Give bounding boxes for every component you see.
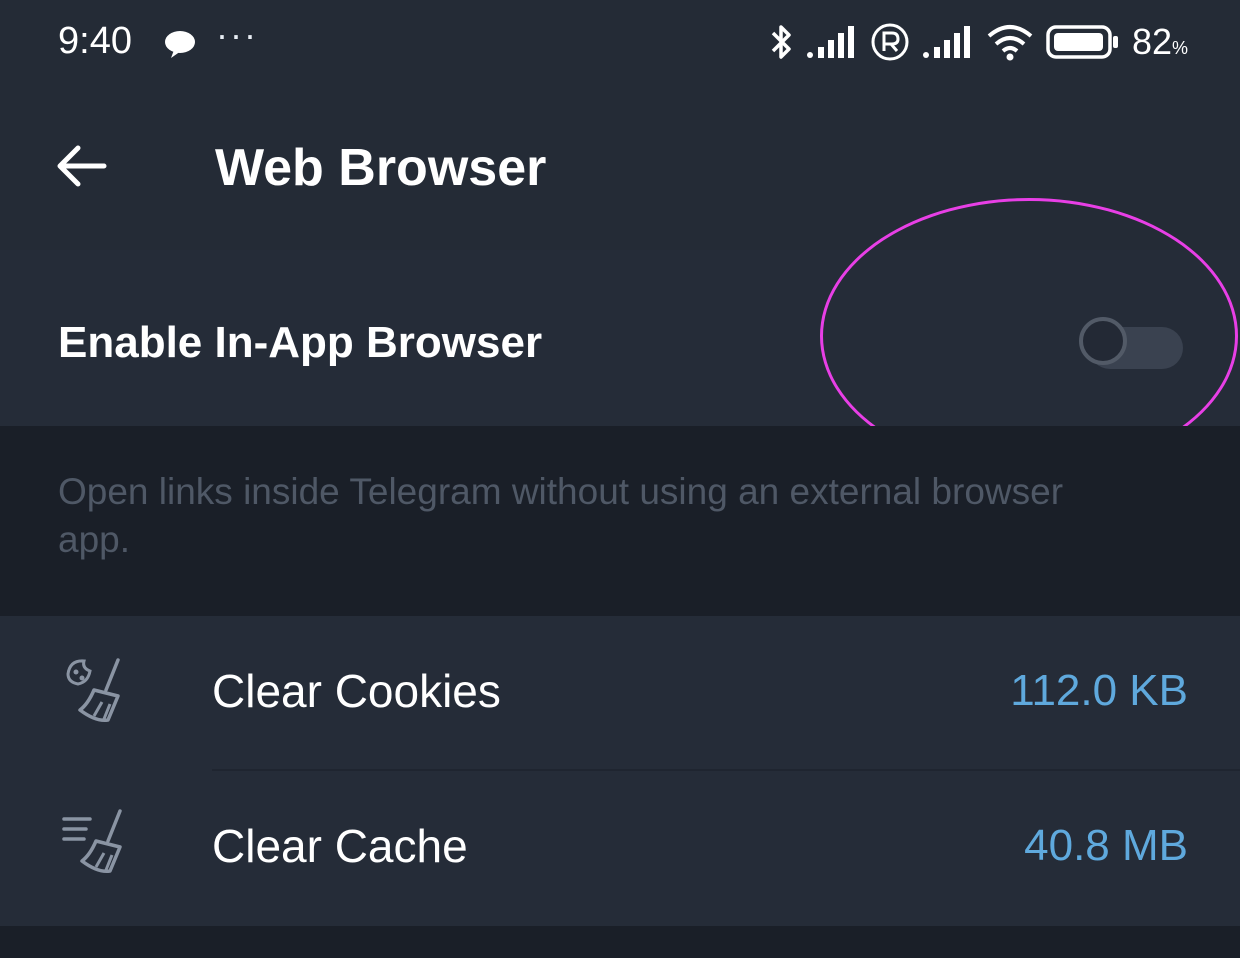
battery-percent-unit: % bbox=[1171, 38, 1188, 58]
clear-cache-icon bbox=[58, 805, 134, 881]
bottom-section bbox=[0, 926, 1240, 958]
signal-icon bbox=[806, 25, 858, 59]
chat-notification-icon bbox=[162, 28, 198, 65]
signal-icon bbox=[922, 25, 974, 59]
clear-cookies-size: 112.0 KB bbox=[1010, 666, 1188, 715]
status-icons: 82% bbox=[768, 20, 1188, 64]
in-app-browser-description-section: Open links inside Telegram without using… bbox=[0, 426, 1240, 616]
wifi-icon bbox=[986, 23, 1034, 61]
clear-cache-row[interactable]: Clear Cache 40.8 MB bbox=[0, 771, 1240, 925]
toggle-thumb bbox=[1079, 317, 1127, 365]
storage-settings-list: Clear Cookies 112.0 KB Clear Cache 40.8 … bbox=[0, 616, 1240, 926]
back-arrow-icon bbox=[57, 145, 107, 187]
enable-in-app-browser-row[interactable]: Enable In-App Browser bbox=[0, 250, 1240, 426]
clear-cookies-label: Clear Cookies bbox=[212, 665, 501, 717]
back-button[interactable] bbox=[44, 130, 116, 202]
status-time: 9:40 bbox=[58, 20, 132, 62]
status-bar: 9:40 ··· 82% bbox=[0, 0, 1240, 86]
clear-cookies-row[interactable]: Clear Cookies 112.0 KB bbox=[0, 616, 1240, 770]
page-title: Web Browser bbox=[215, 139, 547, 197]
roaming-icon bbox=[870, 22, 910, 62]
clear-cache-label: Clear Cache bbox=[212, 820, 468, 872]
in-app-browser-toggle[interactable] bbox=[1075, 310, 1185, 372]
battery-icon bbox=[1046, 24, 1120, 60]
enable-in-app-browser-label: Enable In-App Browser bbox=[58, 318, 543, 367]
battery-percentage: 82% bbox=[1132, 21, 1188, 63]
clear-cache-size: 40.8 MB bbox=[1024, 821, 1188, 870]
clear-cookies-icon bbox=[58, 652, 134, 728]
battery-percent-value: 82 bbox=[1131, 21, 1172, 62]
app-bar: Web Browser bbox=[0, 86, 1240, 250]
bluetooth-icon bbox=[768, 22, 794, 62]
in-app-browser-description: Open links inside Telegram without using… bbox=[58, 471, 1064, 560]
more-notifications-indicator: ··· bbox=[216, 14, 258, 55]
